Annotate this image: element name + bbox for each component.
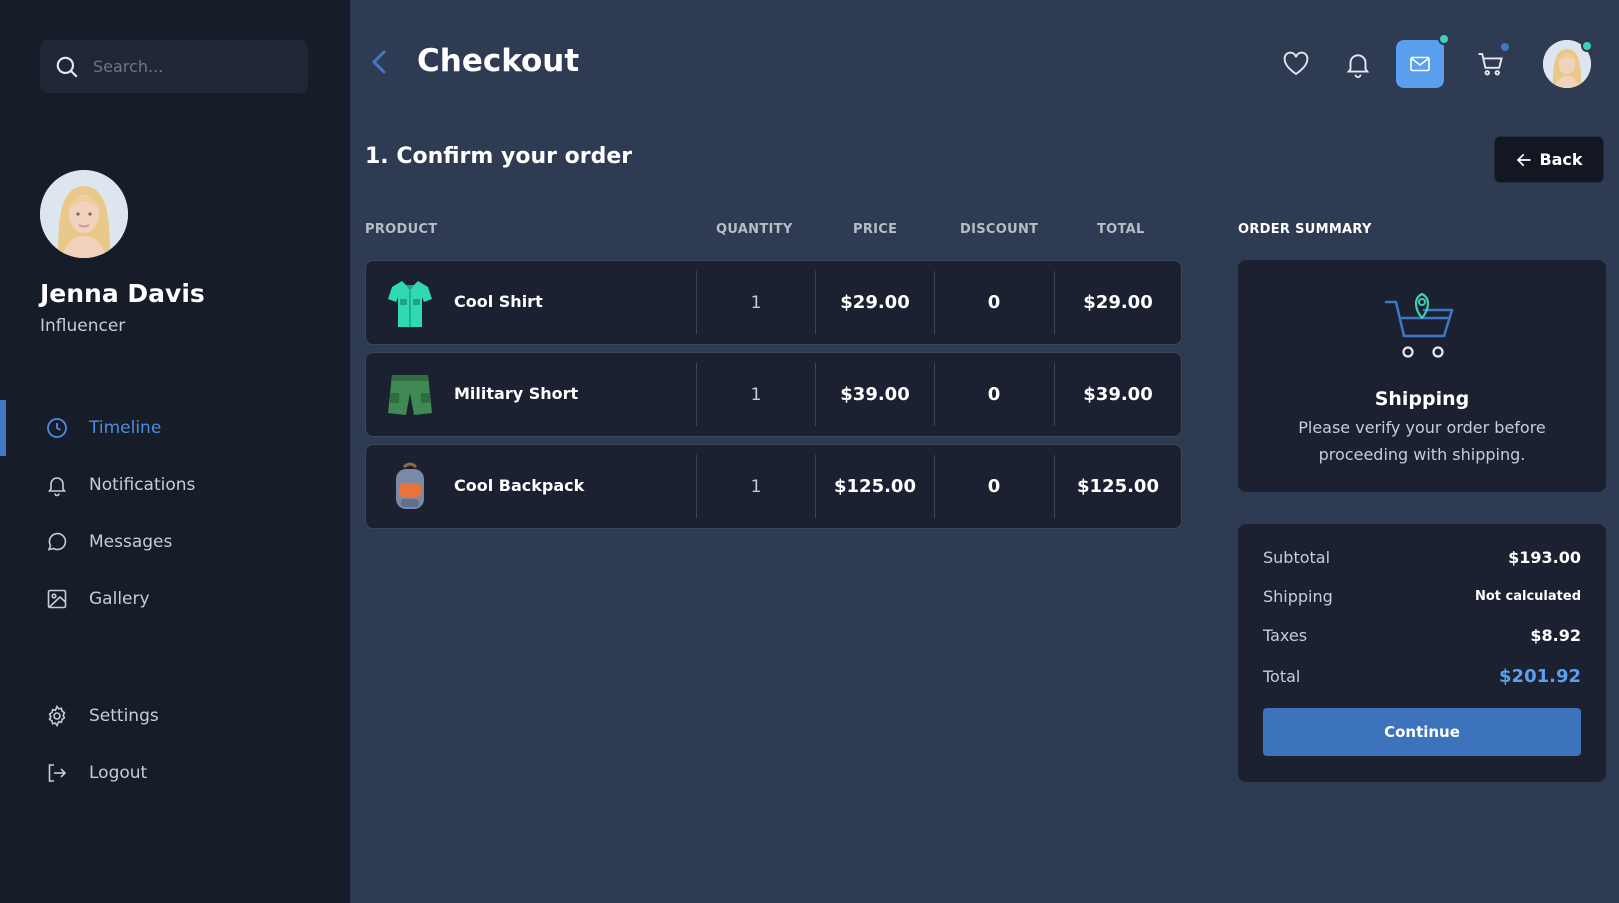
- quantity-cell: 1: [750, 476, 762, 497]
- discount-cell: 0: [987, 292, 1001, 313]
- chevron-left-icon[interactable]: [368, 48, 392, 76]
- bell-icon: [47, 477, 67, 497]
- sidebar-item-logout[interactable]: Logout: [0, 745, 350, 801]
- search-box[interactable]: [40, 40, 308, 93]
- arrow-left-icon: [1517, 153, 1532, 166]
- price-cell: $39.00: [840, 384, 910, 405]
- taxes-label: Taxes: [1263, 626, 1308, 645]
- back-button[interactable]: Back: [1494, 136, 1604, 183]
- total-value: $201.92: [1499, 666, 1581, 687]
- back-button-label: Back: [1539, 150, 1583, 169]
- taxes-row: Taxes $8.92: [1263, 626, 1581, 645]
- active-indicator: [0, 400, 6, 456]
- table-row: Military Short 1 $39.00 0 $39.00: [365, 352, 1182, 437]
- sidebar-item-messages[interactable]: Messages: [0, 514, 350, 570]
- cart-notification-dot: [1499, 41, 1511, 53]
- shipping-row: Shipping Not calculated: [1263, 587, 1581, 606]
- sidebar: Jenna Davis Influencer Timeline Notifica…: [0, 0, 350, 903]
- sidebar-item-label: Settings: [89, 706, 159, 726]
- shipping-description: Please verify your order before proceedi…: [1298, 418, 1546, 464]
- total-label: Total: [1263, 667, 1301, 686]
- table-row: Cool Shirt 1 $29.00 0 $29.00: [365, 260, 1182, 345]
- search-icon: [56, 56, 78, 78]
- backpack-image: [396, 462, 424, 509]
- totals-card: Subtotal $193.00 Shipping Not calculated…: [1238, 524, 1606, 782]
- taxes-value: $8.92: [1530, 626, 1581, 645]
- total-cell: $29.00: [1083, 292, 1153, 313]
- total-cell: $125.00: [1077, 476, 1159, 497]
- sidebar-item-settings[interactable]: Settings: [0, 688, 350, 744]
- column-header-quantity: QUANTITY: [716, 222, 793, 237]
- gear-icon: [48, 704, 66, 728]
- message-icon: [47, 532, 67, 551]
- product-name: Cool Backpack: [454, 476, 585, 495]
- mail-icon: [1410, 56, 1430, 72]
- sidebar-item-label: Messages: [89, 532, 173, 552]
- subtotal-row: Subtotal $193.00: [1263, 548, 1581, 567]
- quantity-cell: 1: [750, 384, 762, 405]
- product-name: Cool Shirt: [454, 292, 543, 311]
- subtotal-label: Subtotal: [1263, 548, 1331, 567]
- column-header-product: PRODUCT: [365, 222, 438, 237]
- table-row: Cool Backpack 1 $125.00 0 $125.00: [365, 444, 1182, 529]
- mail-button[interactable]: [1396, 40, 1444, 88]
- column-header-price: PRICE: [853, 222, 898, 237]
- shipping-title: Shipping: [1374, 388, 1470, 410]
- product-name: Military Short: [454, 384, 579, 403]
- bell-icon[interactable]: [1343, 49, 1373, 79]
- shipping-value: Not calculated: [1474, 589, 1581, 604]
- search-input[interactable]: [93, 40, 293, 93]
- sidebar-item-gallery[interactable]: Gallery: [0, 571, 350, 627]
- continue-button[interactable]: Continue: [1263, 708, 1581, 756]
- discount-cell: 0: [987, 476, 1001, 497]
- sidebar-item-label: Logout: [89, 763, 148, 783]
- sidebar-item-timeline[interactable]: Timeline: [0, 400, 350, 456]
- price-cell: $125.00: [834, 476, 916, 497]
- total-cell: $39.00: [1083, 384, 1153, 405]
- heart-icon[interactable]: [1281, 49, 1311, 79]
- subtotal-value: $193.00: [1508, 548, 1581, 567]
- image-icon: [47, 589, 67, 609]
- cart-icon[interactable]: [1476, 49, 1506, 79]
- page-title: Checkout: [417, 43, 580, 79]
- total-row: Total $201.92: [1263, 666, 1581, 687]
- sidebar-item-label: Timeline: [89, 418, 162, 438]
- logout-icon: [48, 764, 67, 782]
- online-status-dot: [1581, 40, 1593, 52]
- shipping-cart-icon: [1384, 292, 1454, 358]
- shorts-image: [388, 375, 432, 415]
- sidebar-item-label: Notifications: [89, 475, 196, 495]
- profile-avatar: [40, 170, 128, 258]
- mail-notification-dot: [1438, 33, 1450, 45]
- section-title: 1. Confirm your order: [365, 144, 633, 169]
- profile-name: Jenna Davis: [40, 279, 205, 308]
- discount-cell: 0: [987, 384, 1001, 405]
- shirt-image: [388, 281, 432, 327]
- price-cell: $29.00: [840, 292, 910, 313]
- sidebar-item-notifications[interactable]: Notifications: [0, 457, 350, 513]
- quantity-cell: 1: [750, 292, 762, 313]
- shipping-card: Shipping Please verify your order before…: [1238, 260, 1606, 492]
- shipping-label: Shipping: [1263, 587, 1333, 606]
- order-summary-title: ORDER SUMMARY: [1238, 222, 1372, 237]
- clock-icon: [47, 418, 67, 438]
- sidebar-item-label: Gallery: [89, 589, 150, 609]
- column-header-total: TOTAL: [1097, 222, 1145, 237]
- column-header-discount: DISCOUNT: [960, 222, 1039, 237]
- profile-role: Influencer: [40, 316, 126, 336]
